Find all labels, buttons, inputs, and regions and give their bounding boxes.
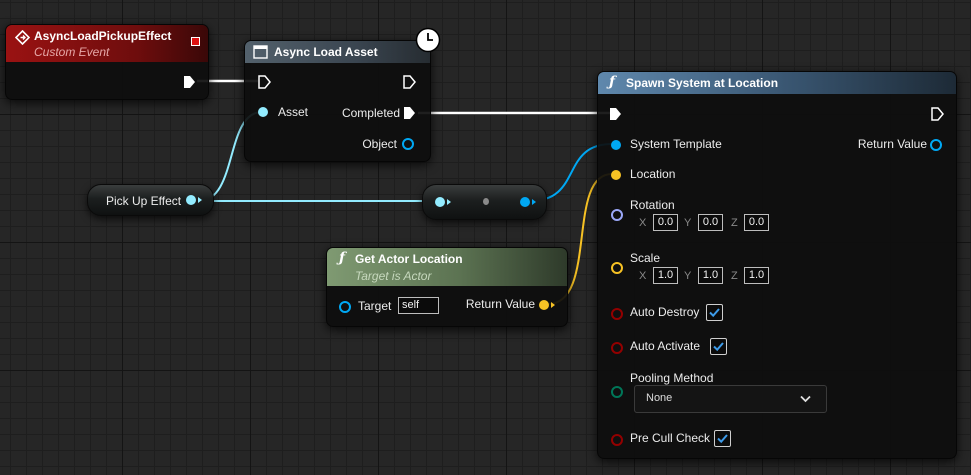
- rotation-x-axis: X: [639, 217, 647, 229]
- variable-output-pin[interactable]: [186, 195, 196, 205]
- macro-icon: [253, 45, 268, 59]
- pin-arrow: [532, 199, 536, 205]
- exec-out-pin[interactable]: [403, 75, 416, 89]
- rotation-z-axis: Z: [731, 217, 738, 229]
- pooling-method-dropdown[interactable]: None: [634, 385, 827, 413]
- scale-y-field[interactable]: 1.0: [698, 267, 723, 284]
- object-pin-label: Object: [362, 137, 397, 151]
- target-self-field[interactable]: self: [398, 297, 439, 314]
- delegate-pin[interactable]: [191, 37, 200, 46]
- completed-pin-label: Completed: [341, 106, 400, 120]
- node-subtitle: Target is Actor: [355, 269, 432, 283]
- rotation-y-axis: Y: [684, 217, 692, 229]
- scale-x-axis: X: [639, 270, 647, 282]
- variable-label: Pick Up Effect: [106, 194, 182, 208]
- pooling-method-pin[interactable]: [611, 386, 623, 398]
- spawn-system-at-location-node[interactable]: ƒ Spawn System at Location System Templa…: [597, 71, 957, 459]
- node-subtitle: Custom Event: [34, 45, 110, 59]
- checkmark-icon: [713, 342, 724, 352]
- checkmark-icon: [717, 434, 728, 444]
- exec-out-pin[interactable]: [183, 75, 196, 89]
- system-template-label: System Template: [630, 137, 722, 151]
- node-title: Spawn System at Location: [626, 76, 779, 90]
- custom-event-node[interactable]: AsyncLoadPickupEffect Custom Event: [5, 24, 209, 100]
- async-load-asset-node[interactable]: Async Load Asset Asset Completed Object: [244, 27, 441, 162]
- system-template-pin[interactable]: [611, 140, 621, 150]
- node-title: Async Load Asset: [274, 45, 378, 59]
- pre-cull-check-checkbox[interactable]: [714, 430, 731, 447]
- function-icon: ƒ: [339, 250, 346, 266]
- get-actor-location-node[interactable]: ƒ Get Actor Location Target is Actor Tar…: [326, 247, 568, 327]
- function-icon: ƒ: [609, 74, 616, 90]
- completed-exec-pin[interactable]: [403, 106, 416, 120]
- exec-in-pin[interactable]: [609, 107, 622, 121]
- clock-icon: [415, 27, 441, 53]
- return-value-pin[interactable]: [539, 300, 549, 310]
- rotation-z-field[interactable]: 0.0: [744, 214, 769, 231]
- pick-up-effect-variable-node[interactable]: Pick Up Effect: [87, 184, 214, 216]
- return-value-label: Return Value: [857, 137, 927, 151]
- conversion-output-pin[interactable]: [520, 197, 530, 207]
- auto-destroy-checkbox[interactable]: [706, 304, 723, 321]
- pin-arrow: [447, 199, 451, 205]
- pooling-method-label: Pooling Method: [630, 371, 714, 385]
- dropdown-value: None: [646, 392, 673, 404]
- rotation-x-field[interactable]: 0.0: [653, 214, 678, 231]
- return-value-label: Return Value: [465, 297, 535, 311]
- auto-activate-pin[interactable]: [611, 342, 623, 354]
- auto-destroy-label: Auto Destroy: [630, 305, 700, 319]
- checkmark-icon: [709, 308, 720, 318]
- scale-y-axis: Y: [684, 270, 692, 282]
- scale-z-axis: Z: [731, 270, 738, 282]
- pin-arrow: [198, 197, 202, 203]
- object-pin[interactable]: [402, 138, 414, 150]
- conversion-dot-icon: [483, 198, 489, 205]
- auto-activate-checkbox[interactable]: [710, 338, 727, 355]
- return-value-pin[interactable]: [930, 139, 942, 151]
- auto-activate-label: Auto Activate: [630, 339, 701, 353]
- exec-in-pin[interactable]: [258, 75, 271, 89]
- exec-out-pin[interactable]: [931, 107, 944, 121]
- pin-arrow: [551, 302, 555, 308]
- rotation-y-field[interactable]: 0.0: [698, 214, 723, 231]
- location-label: Location: [630, 167, 676, 181]
- auto-destroy-pin[interactable]: [611, 308, 623, 320]
- conversion-node[interactable]: [422, 184, 547, 220]
- chevron-down-icon: [800, 395, 811, 403]
- scale-pin[interactable]: [611, 262, 623, 274]
- scale-x-field[interactable]: 1.0: [653, 267, 678, 284]
- asset-pin-label: Asset: [278, 105, 309, 119]
- rotation-label: Rotation: [630, 198, 675, 212]
- scale-label: Scale: [630, 251, 661, 265]
- event-icon: [15, 30, 30, 45]
- rotation-pin[interactable]: [611, 209, 623, 221]
- pre-cull-check-label: Pre Cull Check: [630, 431, 711, 445]
- asset-pin[interactable]: [258, 107, 268, 117]
- pre-cull-check-pin[interactable]: [611, 434, 623, 446]
- conversion-input-pin[interactable]: [435, 197, 445, 207]
- location-pin[interactable]: [611, 170, 621, 180]
- target-pin-label: Target: [358, 299, 392, 313]
- scale-z-field[interactable]: 1.0: [744, 267, 769, 284]
- node-title: Get Actor Location: [355, 252, 463, 266]
- node-title: AsyncLoadPickupEffect: [34, 29, 172, 43]
- target-pin[interactable]: [339, 301, 351, 313]
